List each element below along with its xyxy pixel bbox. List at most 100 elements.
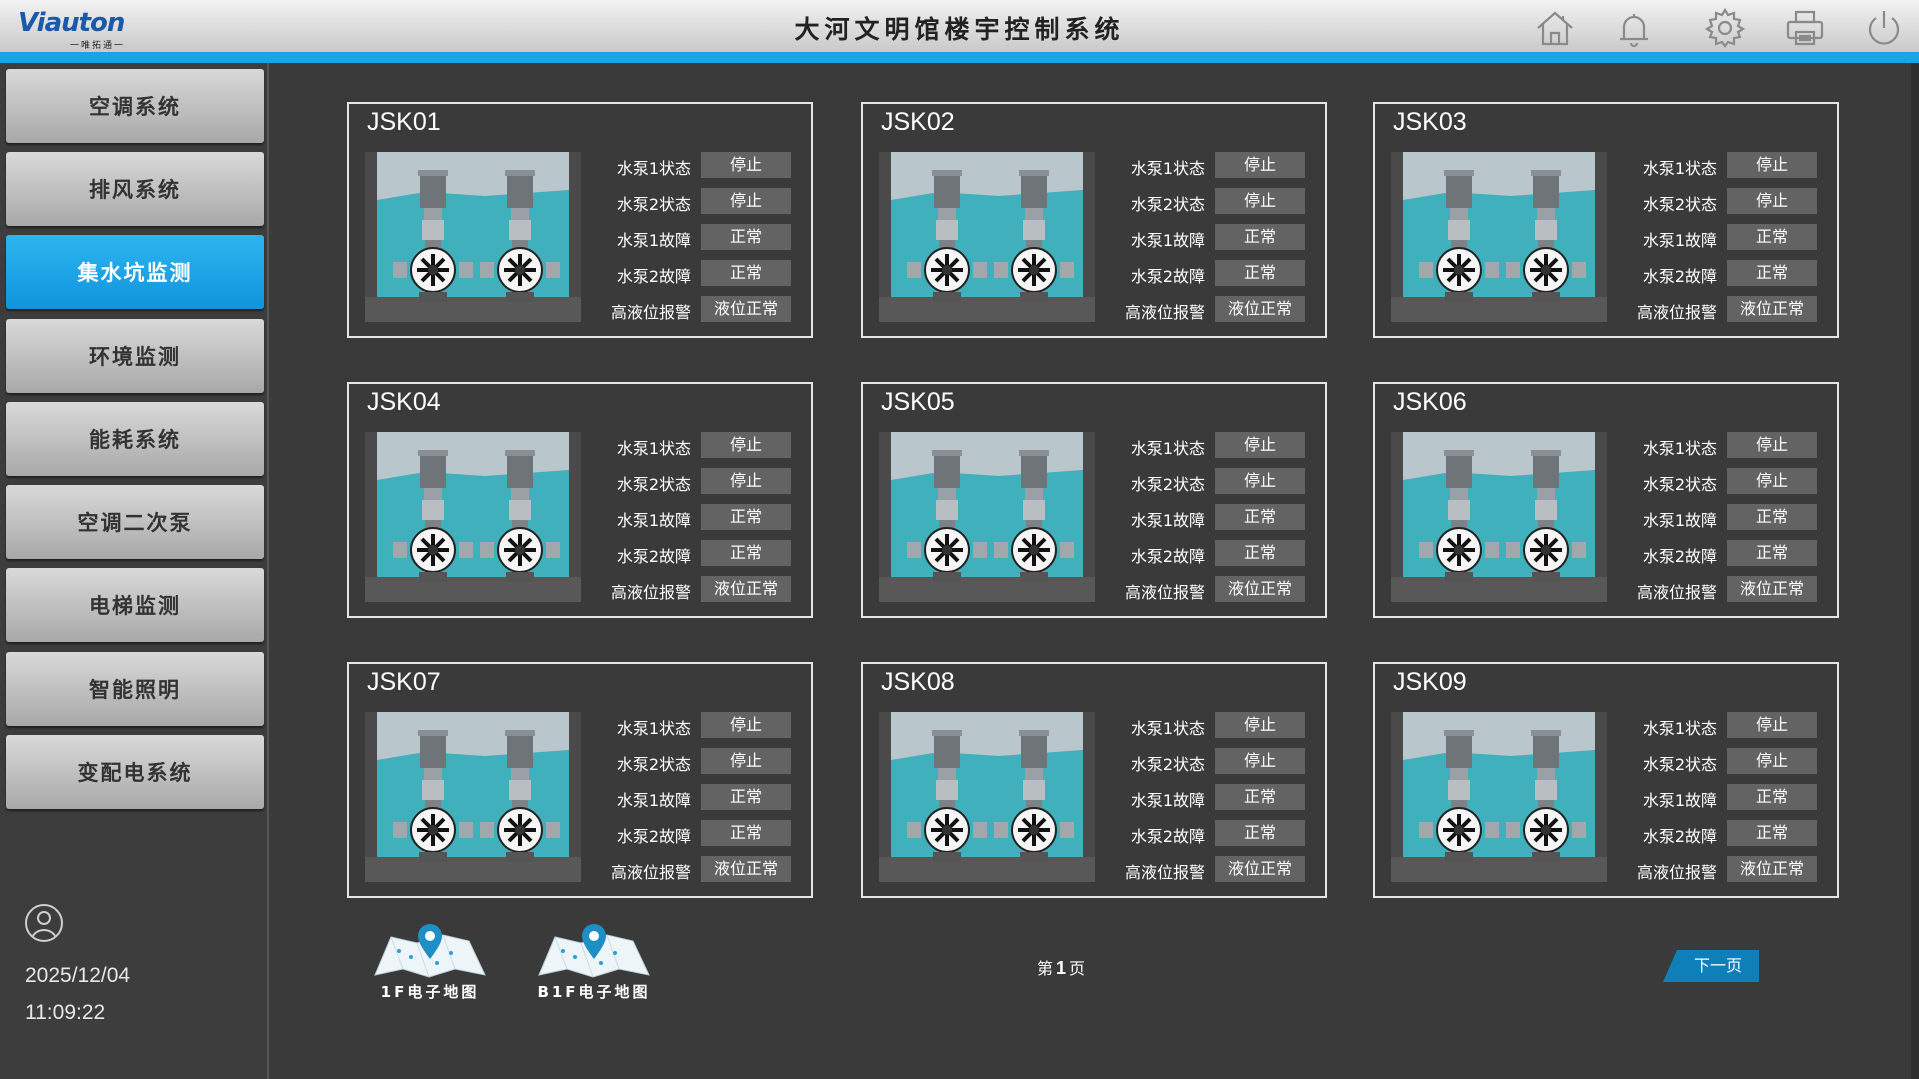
status-value: 正常 — [1215, 820, 1305, 846]
map-1f-button[interactable]: 1F电子地图 — [365, 921, 495, 1021]
nav-elevator[interactable]: 电梯监测 — [6, 568, 264, 642]
status-value: 液位正常 — [1215, 856, 1305, 882]
sump-card[interactable]: JSK03 水泵1状态 停止 水泵2状态 停止 水泵1故障 正常 水泵2故障 正… — [1373, 102, 1839, 338]
time-display: 11:09:22 — [25, 1001, 106, 1024]
status-label: 水泵2状态 — [1642, 195, 1717, 214]
sump-card[interactable]: JSK02 水泵1状态 停止 水泵2状态 停止 水泵1故障 正常 水泵2故障 正… — [861, 102, 1327, 338]
status-row: 水泵1故障 正常 — [589, 504, 801, 530]
status-row: 水泵2状态 停止 — [589, 468, 801, 494]
sump-card[interactable]: JSK01 水泵1状态 停止 水泵2状态 停止 水泵1故障 正常 水泵2故障 正… — [347, 102, 813, 338]
nav-environment[interactable]: 环境监测 — [6, 319, 264, 393]
sump-card[interactable]: JSK07 水泵1状态 停止 水泵2状态 停止 水泵1故障 正常 水泵2故障 正… — [347, 662, 813, 898]
next-page-button[interactable]: 下一页 — [1663, 950, 1759, 982]
date-display: 2025/12/04 — [25, 964, 131, 987]
bell-icon[interactable] — [1612, 6, 1656, 50]
status-value: 正常 — [701, 540, 791, 566]
status-label: 高液位报警 — [610, 863, 691, 882]
nav-lighting[interactable]: 智能照明 — [6, 652, 264, 726]
sump-card[interactable]: JSK05 水泵1状态 停止 水泵2状态 停止 水泵1故障 正常 水泵2故障 正… — [861, 382, 1327, 618]
status-label: 水泵2故障 — [616, 547, 691, 566]
status-row: 水泵1故障 正常 — [1615, 224, 1827, 250]
status-label: 水泵2故障 — [616, 827, 691, 846]
status-value: 停止 — [1215, 152, 1305, 178]
page-indicator: 第1页 — [1037, 955, 1085, 979]
status-row: 水泵1故障 正常 — [589, 224, 801, 250]
scrollbar[interactable] — [1911, 63, 1919, 1079]
status-row: 水泵1故障 正常 — [589, 784, 801, 810]
status-row: 水泵2状态 停止 — [1615, 188, 1827, 214]
nav-power-distribution[interactable]: 变配电系统 — [6, 735, 264, 809]
status-row: 水泵1状态 停止 — [589, 432, 801, 458]
page-prefix: 第 — [1037, 959, 1054, 978]
card-title: JSK01 — [367, 108, 441, 136]
status-value: 停止 — [1215, 188, 1305, 214]
status-value: 停止 — [701, 152, 791, 178]
nav-air-conditioning[interactable]: 空调系统 — [6, 69, 264, 143]
status-label: 水泵1故障 — [1130, 231, 1205, 250]
nav-exhaust[interactable]: 排风系统 — [6, 152, 264, 226]
status-row: 高液位报警 液位正常 — [1103, 296, 1315, 322]
nav-sump-monitoring[interactable]: 集水坑监测 — [6, 235, 264, 309]
status-value: 正常 — [1727, 784, 1817, 810]
status-value: 停止 — [701, 188, 791, 214]
status-value: 正常 — [701, 504, 791, 530]
status-value: 液位正常 — [1727, 856, 1817, 882]
sump-card[interactable]: JSK06 水泵1状态 停止 水泵2状态 停止 水泵1故障 正常 水泵2故障 正… — [1373, 382, 1839, 618]
status-label: 水泵1状态 — [616, 719, 691, 738]
user-icon[interactable] — [24, 903, 64, 943]
header-bar: Viauton 一唯拓通一 大河文明馆楼宇控制系统 — [0, 0, 1919, 52]
status-value: 停止 — [1727, 188, 1817, 214]
status-row: 水泵2故障 正常 — [1615, 820, 1827, 846]
status-row: 水泵2状态 停止 — [1615, 748, 1827, 774]
status-row: 水泵2状态 停止 — [589, 188, 801, 214]
status-value: 液位正常 — [701, 856, 791, 882]
home-icon[interactable] — [1533, 6, 1577, 50]
status-value: 停止 — [1727, 468, 1817, 494]
status-label: 水泵1故障 — [1130, 511, 1205, 530]
status-label: 水泵2状态 — [1130, 755, 1205, 774]
status-row: 水泵2故障 正常 — [589, 540, 801, 566]
status-value: 正常 — [701, 784, 791, 810]
status-value: 正常 — [701, 820, 791, 846]
pump-illustration — [879, 432, 1095, 602]
nav-secondary-pump[interactable]: 空调二次泵 — [6, 485, 264, 559]
status-label: 水泵2状态 — [1642, 755, 1717, 774]
printer-icon[interactable] — [1783, 6, 1827, 50]
sump-card[interactable]: JSK04 水泵1状态 停止 水泵2状态 停止 水泵1故障 正常 水泵2故障 正… — [347, 382, 813, 618]
status-label: 水泵2故障 — [616, 267, 691, 286]
status-row: 水泵1故障 正常 — [1615, 504, 1827, 530]
status-label: 高液位报警 — [1124, 583, 1205, 602]
nav-energy[interactable]: 能耗系统 — [6, 402, 264, 476]
header-accent-line — [0, 52, 1919, 63]
status-label: 水泵2状态 — [616, 195, 691, 214]
gear-icon[interactable] — [1703, 6, 1747, 50]
main-content: JSK01 水泵1状态 停止 水泵2状态 停止 水泵1故障 正常 水泵2故障 正… — [272, 63, 1919, 1079]
page-suffix: 页 — [1069, 959, 1086, 978]
status-value: 液位正常 — [1215, 576, 1305, 602]
sump-card[interactable]: JSK08 水泵1状态 停止 水泵2状态 停止 水泵1故障 正常 水泵2故障 正… — [861, 662, 1327, 898]
status-label: 水泵2故障 — [1642, 267, 1717, 286]
status-row: 水泵2状态 停止 — [589, 748, 801, 774]
status-row: 水泵2状态 停止 — [1103, 748, 1315, 774]
status-label: 高液位报警 — [1636, 583, 1717, 602]
map-b1f-button[interactable]: B1F电子地图 — [529, 921, 659, 1021]
status-row: 水泵2故障 正常 — [1103, 540, 1315, 566]
status-row: 水泵1状态 停止 — [1103, 712, 1315, 738]
pump-illustration — [1391, 712, 1607, 882]
status-row: 水泵1状态 停止 — [589, 152, 801, 178]
status-value: 正常 — [1215, 784, 1305, 810]
status-value: 正常 — [1215, 504, 1305, 530]
status-value: 液位正常 — [1727, 296, 1817, 322]
sump-card[interactable]: JSK09 水泵1状态 停止 水泵2状态 停止 水泵1故障 正常 水泵2故障 正… — [1373, 662, 1839, 898]
status-row: 水泵2状态 停止 — [1103, 468, 1315, 494]
status-row: 水泵1故障 正常 — [1615, 784, 1827, 810]
pump-illustration — [1391, 152, 1607, 322]
status-label: 水泵2故障 — [1130, 547, 1205, 566]
status-row: 水泵1故障 正常 — [1103, 504, 1315, 530]
status-label: 水泵2故障 — [1642, 547, 1717, 566]
power-icon[interactable] — [1862, 6, 1906, 50]
status-value: 液位正常 — [701, 296, 791, 322]
status-value: 停止 — [701, 468, 791, 494]
status-label: 水泵2状态 — [1130, 195, 1205, 214]
status-row: 水泵2故障 正常 — [589, 260, 801, 286]
